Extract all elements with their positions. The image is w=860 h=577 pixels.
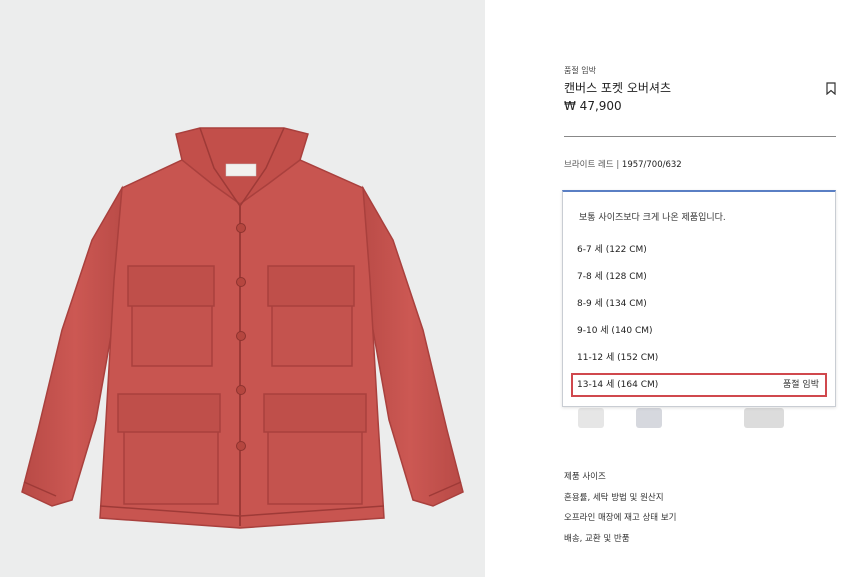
link-shipping-returns[interactable]: 배송, 교환 및 반품 [564, 532, 676, 553]
color-name: 브라이트 레드 [564, 160, 614, 170]
color-code: 1957/700/632 [621, 160, 682, 170]
jacket-illustration [21, 127, 464, 529]
size-label: 6-7 세 (122 CM) [577, 245, 647, 255]
thumbnail [578, 408, 604, 428]
size-label: 7-8 세 (128 CM) [577, 272, 647, 282]
product-price: ₩ 47,900 [564, 99, 622, 113]
product-image [0, 0, 485, 577]
size-option[interactable]: 6-7 세 (122 CM) [571, 238, 827, 262]
size-option[interactable]: 11-12 세 (152 CM) [571, 346, 827, 370]
size-option[interactable]: 7-8 세 (128 CM) [571, 265, 827, 289]
product-title: 캔버스 포켓 오버셔츠 [564, 81, 671, 95]
color-info: 브라이트 레드 | 1957/700/632 [564, 158, 682, 170]
info-links: 제품 사이즈 혼용률, 세탁 방법 및 원산지 오프라인 매장에 재고 상태 보… [564, 470, 676, 552]
link-product-size[interactable]: 제품 사이즈 [564, 470, 676, 491]
thumbnail [744, 408, 784, 428]
thumbnail [636, 408, 662, 428]
size-option[interactable]: 9-10 세 (140 CM) [571, 319, 827, 343]
size-label: 8-9 세 (134 CM) [577, 299, 647, 309]
stock-status: 품절 임박 [783, 380, 819, 390]
size-option[interactable]: 8-9 세 (134 CM) [571, 292, 827, 316]
bookmark-icon[interactable] [826, 80, 836, 96]
size-note: 보통 사이즈보다 크게 나온 제품입니다. [579, 213, 726, 223]
size-label: 13-14 세 (164 CM) [577, 380, 659, 390]
link-store-stock[interactable]: 오프라인 매장에 재고 상태 보기 [564, 511, 676, 532]
divider [564, 136, 836, 137]
size-dropdown[interactable]: 보통 사이즈보다 크게 나온 제품입니다. 6-7 세 (122 CM) 7-8… [562, 190, 836, 407]
stock-badge: 품절 임박 [564, 66, 596, 75]
color-separator: | [613, 160, 622, 170]
link-composition-care[interactable]: 혼용률, 세탁 방법 및 원산지 [564, 491, 676, 512]
size-label: 9-10 세 (140 CM) [577, 326, 653, 336]
size-option-selected[interactable]: 13-14 세 (164 CM) 품절 임박 [571, 373, 827, 397]
size-label: 11-12 세 (152 CM) [577, 353, 659, 363]
